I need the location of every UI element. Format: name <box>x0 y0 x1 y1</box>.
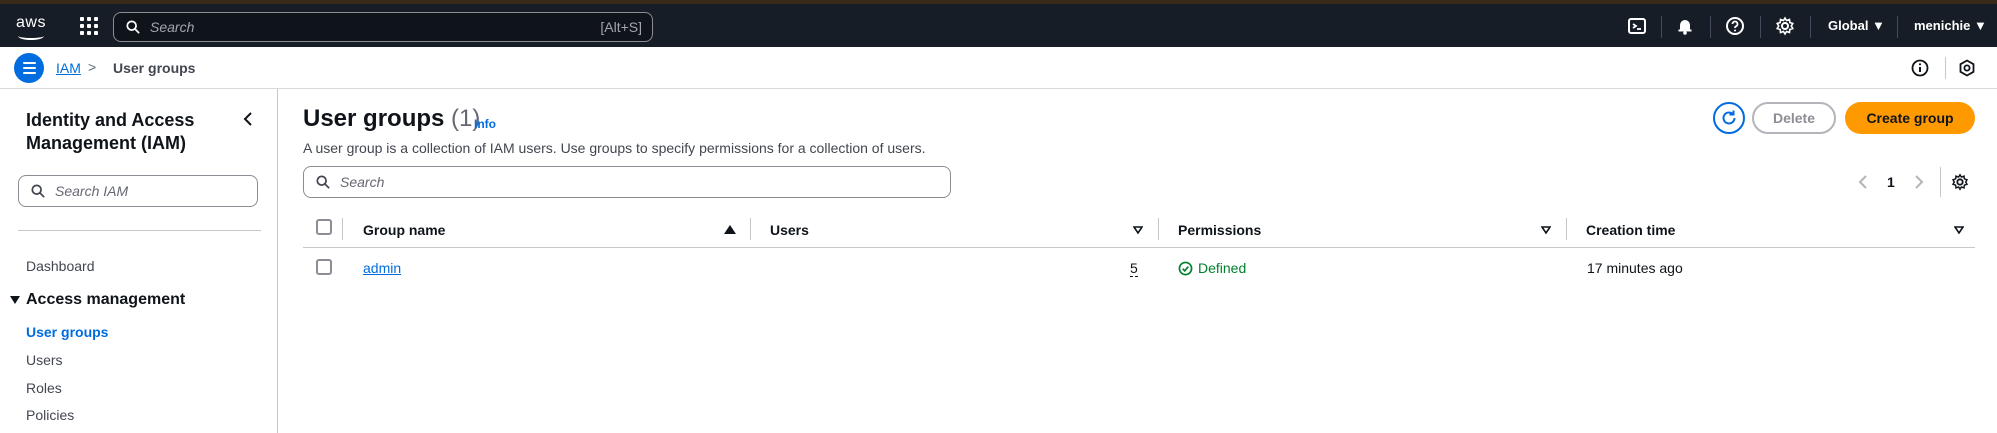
top-navigation: aws Search [Alt+S] Global ▼ menichie ▼ <box>0 4 1997 47</box>
search-icon <box>316 175 330 189</box>
sidebar-search-placeholder: Search IAM <box>55 183 129 199</box>
breadcrumb-current: User groups <box>113 60 196 76</box>
crumb-divider <box>1945 57 1946 79</box>
table-search-input[interactable]: Search <box>303 166 951 198</box>
sidebar-item-roles[interactable]: Roles <box>26 380 62 396</box>
aws-logo-text: aws <box>16 14 46 31</box>
region-selector[interactable]: Global ▼ <box>1828 18 1885 33</box>
sidebar-divider <box>18 230 261 231</box>
nav-divider <box>1710 16 1711 38</box>
sort-ascending-icon[interactable] <box>724 225 736 234</box>
breadcrumb-bar: IAM > User groups <box>0 47 1997 89</box>
aws-logo[interactable]: aws <box>14 12 48 40</box>
refresh-button[interactable] <box>1713 102 1745 134</box>
feedback-icon[interactable] <box>1958 59 1976 77</box>
page-description: A user group is a collection of IAM user… <box>303 140 926 156</box>
create-group-button[interactable]: Create group <box>1845 102 1975 134</box>
account-menu[interactable]: menichie ▼ <box>1914 18 1987 33</box>
chevron-left-icon[interactable] <box>241 111 257 127</box>
sidebar-title: Identity and Access Management (IAM) <box>26 110 195 153</box>
table-header: Group name Users Permissions Creation ti… <box>303 214 1975 248</box>
sidebar-item-users[interactable]: Users <box>26 352 63 368</box>
column-header-creation-time[interactable]: Creation time <box>1586 222 1675 238</box>
delete-button[interactable]: Delete <box>1752 102 1836 134</box>
nav-divider <box>1661 16 1662 38</box>
apps-grid-icon[interactable] <box>80 17 98 35</box>
page-title: User groups (1) <box>303 105 480 133</box>
group-name-link[interactable]: admin <box>363 260 401 276</box>
table-row: admin 5 Defined 17 minutes ago <box>303 248 1975 288</box>
global-search-input[interactable]: Search [Alt+S] <box>113 12 653 42</box>
nav-divider <box>1897 16 1898 38</box>
permissions-status-text: Defined <box>1198 260 1247 276</box>
sidebar-item-policies[interactable]: Policies <box>26 407 74 423</box>
cloudshell-icon[interactable] <box>1627 16 1647 36</box>
info-link[interactable]: Info <box>474 117 496 131</box>
sidebar: Identity and Access Management (IAM) Sea… <box>0 89 278 433</box>
table-settings-gear-icon[interactable] <box>1951 173 1969 191</box>
sort-icon[interactable] <box>1133 226 1143 234</box>
bell-icon[interactable] <box>1675 16 1695 36</box>
info-icon[interactable] <box>1911 59 1929 77</box>
column-divider <box>342 218 343 240</box>
aws-logo-smile <box>18 32 44 40</box>
row-checkbox[interactable] <box>316 259 332 275</box>
pagination-prev-icon[interactable] <box>1857 174 1869 190</box>
breadcrumb-iam-link[interactable]: IAM <box>56 60 81 76</box>
search-icon <box>126 20 140 34</box>
column-divider <box>1158 218 1159 240</box>
pagination-page-number[interactable]: 1 <box>1887 174 1895 190</box>
select-all-checkbox[interactable] <box>316 219 332 235</box>
search-shortcut: [Alt+S] <box>600 19 642 35</box>
column-divider <box>1566 218 1567 240</box>
column-header-users[interactable]: Users <box>770 222 809 238</box>
sort-icon[interactable] <box>1541 226 1551 234</box>
sidebar-item-user-groups[interactable]: User groups <box>26 324 108 340</box>
creation-time: 17 minutes ago <box>1587 260 1683 276</box>
column-header-group-name[interactable]: Group name <box>363 222 445 238</box>
global-search-placeholder: Search <box>150 19 195 35</box>
page-title-text: User groups <box>303 105 445 132</box>
pagination-divider <box>1940 167 1941 197</box>
gear-icon[interactable] <box>1775 16 1795 36</box>
menu-icon[interactable] <box>14 53 44 83</box>
check-circle-icon <box>1178 261 1193 275</box>
sidebar-section-access-management[interactable]: Access management <box>10 291 185 309</box>
column-divider <box>750 218 751 240</box>
refresh-icon <box>1722 110 1736 125</box>
help-icon[interactable] <box>1725 16 1745 36</box>
nav-divider <box>1810 16 1811 38</box>
table-search-placeholder: Search <box>340 174 385 190</box>
permissions-status: Defined <box>1178 260 1246 276</box>
users-count[interactable]: 5 <box>1130 260 1138 277</box>
column-header-permissions[interactable]: Permissions <box>1178 222 1261 238</box>
sort-icon[interactable] <box>1954 226 1964 234</box>
sidebar-item-dashboard[interactable]: Dashboard <box>26 258 95 274</box>
caret-down-icon <box>10 296 20 304</box>
pagination-next-icon[interactable] <box>1913 174 1925 190</box>
nav-divider <box>1760 16 1761 38</box>
sidebar-section-label: Access management <box>26 291 186 308</box>
breadcrumb-separator: > <box>88 59 97 75</box>
search-icon <box>31 184 45 198</box>
sidebar-search-input[interactable]: Search IAM <box>18 175 258 207</box>
